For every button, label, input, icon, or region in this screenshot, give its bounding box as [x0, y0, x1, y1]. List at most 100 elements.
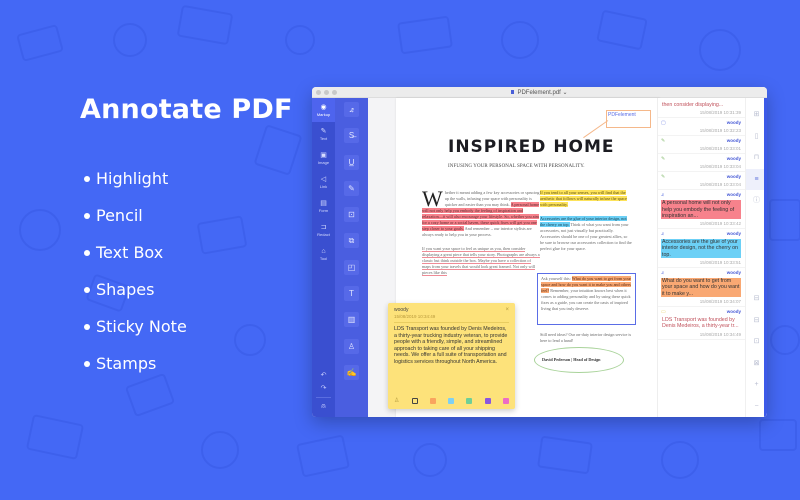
nav-label: Tool	[319, 255, 328, 261]
text-column-right: If you tend to all your senses, you will…	[540, 190, 632, 252]
stamp-icon[interactable]: ♙	[394, 397, 399, 404]
highlight-icon: ⦨	[661, 270, 664, 277]
annotation-list-item[interactable]: ✎ woody 15/08/2019 10:33:04	[658, 154, 745, 173]
pencil-icon: ✎	[661, 174, 666, 181]
sticky-note-popup[interactable]: woody 15/08/2019 10:34:49 × LDS Transpor…	[388, 303, 515, 409]
highlight-annotation[interactable]: If you tend to all your senses, you will…	[540, 190, 627, 207]
nav-item-redact[interactable]: ⊐ Redact	[312, 218, 335, 242]
drop-cap: W	[422, 186, 443, 211]
text-column-left: Whether it meant adding a few key access…	[422, 186, 540, 276]
nav-label: Text	[319, 135, 328, 141]
nav-item-link[interactable]: ◁ Link	[312, 170, 335, 194]
feature-item: Stamps	[84, 353, 187, 390]
feature-item: Shapes	[84, 279, 187, 316]
highlight-tool-icon[interactable]: ⦨	[344, 102, 359, 117]
note-content[interactable]: LDS Transport was founded by Denis Medei…	[394, 326, 509, 365]
text-edit-icon: ✎	[320, 127, 327, 135]
bullet	[84, 324, 90, 330]
paragraph: If you tend to all your senses, you will…	[540, 190, 632, 208]
text-column-right-footer: Still need ideas? Our on-duty interior d…	[540, 332, 632, 344]
window-body: ◉ Markup ✎ Text ▣ Image ◁ Link ▤ Form ⊐ Redact…	[312, 98, 767, 417]
redact-icon: ⊐	[320, 223, 327, 231]
color-swatch[interactable]	[429, 397, 436, 404]
document-title[interactable]: PDFelement.pdf ⌄	[312, 89, 767, 96]
color-swatch-selected[interactable]	[411, 397, 418, 404]
annotation-list-item[interactable]: ⦨ woody What do you want to get from your …	[658, 268, 745, 307]
color-swatch[interactable]	[484, 397, 491, 404]
feature-item: Highlight	[84, 168, 187, 205]
close-icon[interactable]: ×	[505, 307, 509, 313]
annotation-list-item[interactable]: ⦨ woody Accessories are the glue of your i…	[658, 229, 745, 269]
annotation-timestamp: 15/08/2019 10:34:07	[699, 298, 741, 304]
annotation-excerpt: then consider displaying...	[662, 102, 724, 108]
chevron-down-icon: ⌄	[562, 89, 568, 96]
form-icon: ▤	[320, 199, 327, 207]
color-swatch[interactable]	[466, 397, 473, 404]
annotation-timestamp: 15/08/2019 10:33:04	[699, 182, 741, 188]
paragraph: Ask yourself this: What do you want to g…	[541, 276, 633, 312]
nav-rail: ◉ Markup ✎ Text ▣ Image ◁ Link ▤ Form ⊐ Redact…	[312, 98, 335, 417]
color-swatch[interactable]	[448, 397, 455, 404]
area-tool-icon[interactable]: ▥	[344, 312, 359, 328]
note-icon: ▭	[661, 308, 666, 315]
annotation-list-item[interactable]: ▢ woody 15/08/2019 10:32:23	[658, 118, 745, 137]
redo-icon[interactable]: ↷	[312, 382, 335, 395]
divider	[394, 322, 509, 323]
underline-annotation[interactable]: If you want your space to feel as unique…	[422, 246, 540, 276]
annotation-author: woody	[726, 270, 741, 276]
annotation-timestamp: 15/08/2019 10:33:01	[699, 146, 741, 152]
nav-item-image[interactable]: ▣ Image	[312, 146, 335, 170]
note-tool-icon[interactable]: ⧉	[344, 233, 359, 249]
divider	[316, 397, 331, 398]
highlight-icon: ⦨	[661, 192, 664, 199]
feature-item: Text Box	[84, 242, 187, 279]
page-heading: INSPIRED HOME	[448, 137, 615, 157]
feature-list: Highlight Pencil Text Box Shapes Sticky …	[84, 168, 187, 390]
stamp-tool-icon[interactable]: ♙	[344, 338, 359, 354]
annotation-timestamp: 15/08/2019 10:32:23	[699, 128, 741, 134]
annotation-excerpt: What do you want to get from your space …	[661, 278, 741, 297]
bullet	[84, 176, 90, 182]
annotation-author: woody	[726, 138, 741, 144]
textbox-icon: ▢	[661, 120, 666, 127]
annotation-list-item[interactable]: ⦨ woody A personal home will not only help…	[658, 190, 745, 230]
pdf-file-icon	[511, 89, 515, 94]
annotation-list-item[interactable]: then consider displaying... 15/08/2019 10…	[658, 98, 745, 119]
nav-label: Form	[318, 207, 329, 213]
signature-tool-icon[interactable]: ✍	[344, 364, 359, 380]
annotation-timestamp: 15/08/2019 10:33:51	[699, 260, 741, 266]
annotation-list-item[interactable]: ✎ woody 15/08/2019 10:33:04	[658, 172, 745, 191]
paragraph-text: Remember, your intuition knows best when…	[541, 288, 631, 311]
color-swatch[interactable]	[502, 397, 509, 404]
textbox-tool-icon[interactable]: ⊡	[344, 207, 359, 223]
nav-item-form[interactable]: ▤ Form	[312, 194, 335, 218]
annotation-list-item[interactable]: ✎ woody 15/08/2019 10:33:01	[658, 136, 745, 155]
feature-label: Stamps	[96, 354, 157, 373]
tool-icon: ⌂	[321, 247, 326, 255]
paragraph-text: Still need ideas? Our on-duty interior d…	[540, 332, 632, 343]
pencil-tool-icon[interactable]: ✎	[344, 180, 359, 196]
annotation-timestamp: 15/08/2019 10:31:39	[699, 110, 741, 116]
shape-tool-icon[interactable]: ◰	[344, 259, 359, 275]
nav-label: Link	[319, 183, 328, 189]
annotation-list-item[interactable]: ▭ woody LDS Transport was founded by Denis…	[658, 307, 745, 340]
nav-item-markup[interactable]: ◉ Markup	[312, 98, 335, 122]
callout-annotation[interactable]: PDFelement	[606, 110, 651, 128]
underline-tool-icon[interactable]: U̲	[344, 154, 359, 170]
annotation-header: ▭ woody	[661, 309, 741, 315]
markup-icon: ◉	[320, 103, 327, 111]
annotation-timestamp: 15/08/2019 10:33:04	[699, 164, 741, 170]
account-icon[interactable]: ⍝	[312, 400, 335, 413]
note-author: woody	[394, 307, 409, 313]
signature-text: David Pederson | Head of Design	[542, 357, 601, 362]
undo-icon[interactable]: ↶	[312, 369, 335, 382]
highlight-icon: ⦨	[661, 231, 664, 238]
text-tool-icon[interactable]: T	[344, 286, 359, 302]
strikethrough-tool-icon[interactable]: S̶	[344, 128, 359, 144]
callout-leader-line[interactable]	[583, 120, 609, 139]
bullet	[84, 213, 90, 219]
nav-item-text[interactable]: ✎ Text	[312, 122, 335, 146]
feature-item: Sticky Note	[84, 316, 187, 353]
nav-item-tool[interactable]: ⌂ Tool	[312, 242, 335, 266]
annotation-author: woody	[726, 120, 741, 126]
